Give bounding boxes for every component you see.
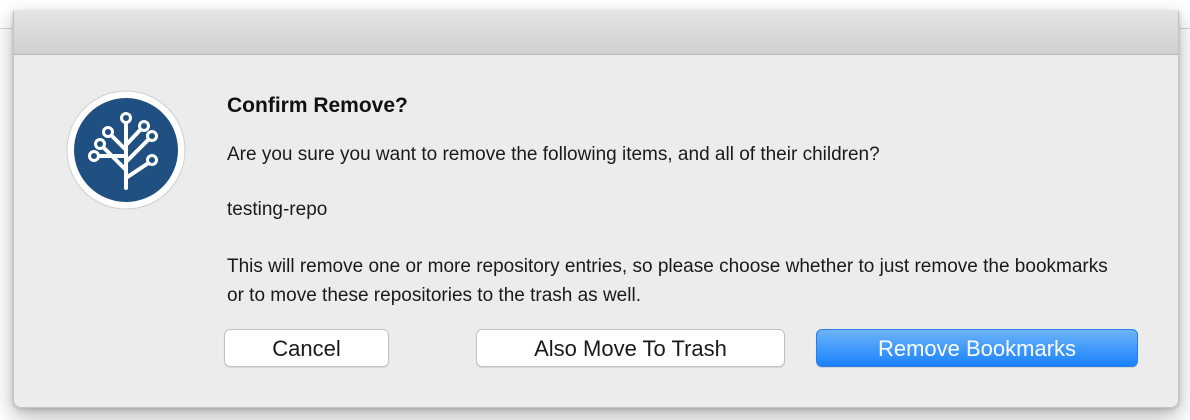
- cancel-button[interactable]: Cancel: [224, 329, 389, 367]
- confirm-remove-dialog: Confirm Remove? Are you sure you want to…: [13, 11, 1179, 408]
- dialog-question: Are you sure you want to remove the foll…: [227, 144, 880, 165]
- move-to-trash-button[interactable]: Also Move To Trash: [476, 329, 785, 367]
- repository-item: testing-repo: [227, 199, 328, 220]
- dialog-title: Confirm Remove?: [227, 94, 408, 117]
- dialog-explanation: This will remove one or more repository …: [227, 256, 1108, 306]
- remove-bookmarks-button[interactable]: Remove Bookmarks: [816, 329, 1138, 367]
- sourcetree-app-icon: [66, 90, 186, 210]
- dialog-titlebar: [14, 11, 1178, 55]
